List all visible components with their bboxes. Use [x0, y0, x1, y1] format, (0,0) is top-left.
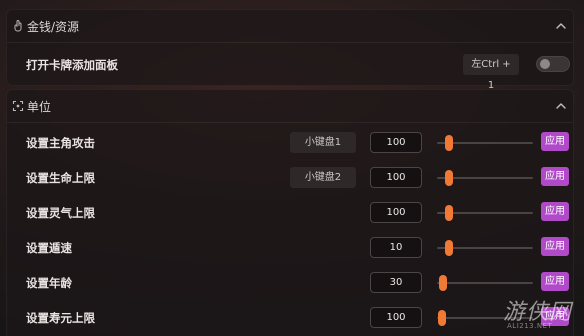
row-label: 设置主角攻击	[26, 136, 95, 150]
row-set-attack: 设置主角攻击 小键盘1 应用	[7, 126, 573, 161]
slider-thumb[interactable]	[445, 135, 453, 151]
value-input[interactable]	[370, 307, 422, 328]
row-label: 设置年龄	[26, 276, 72, 290]
value-slider[interactable]	[437, 240, 533, 256]
toggle-knob	[540, 59, 550, 69]
row-set-escape-speed: 设置遁速 应用	[7, 231, 573, 266]
trainer-window: 金钱/资源 打开卡牌添加面板 左Ctrl + 1 单位 设置主角攻击 小键盘1 …	[0, 0, 584, 336]
value-slider[interactable]	[437, 135, 533, 151]
toggle-switch[interactable]	[536, 56, 570, 72]
apply-button[interactable]: 应用	[541, 307, 569, 326]
section-unit-title: 单位	[27, 100, 52, 114]
section-money-header[interactable]: 金钱/资源	[7, 10, 573, 43]
apply-button[interactable]: 应用	[541, 237, 569, 256]
value-slider[interactable]	[437, 205, 533, 221]
value-input[interactable]	[370, 202, 422, 223]
row-open-card-panel: 打开卡牌添加面板 左Ctrl + 1	[7, 48, 573, 91]
row-label: 设置灵气上限	[26, 206, 95, 220]
row-label: 设置寿元上限	[26, 311, 95, 325]
row-set-max-qi: 设置灵气上限 应用	[7, 196, 573, 231]
slider-thumb[interactable]	[445, 205, 453, 221]
slider-track	[437, 317, 533, 319]
row-label: 设置遁速	[26, 241, 72, 255]
section-money-title: 金钱/资源	[27, 20, 80, 34]
chevron-up-icon[interactable]	[555, 100, 567, 112]
row-set-max-hp: 设置生命上限 小键盘2 应用	[7, 161, 573, 196]
value-slider[interactable]	[437, 310, 533, 326]
value-slider[interactable]	[437, 275, 533, 291]
section-unit-header[interactable]: 单位	[7, 90, 573, 123]
value-input[interactable]	[370, 167, 422, 188]
slider-track	[437, 282, 533, 284]
hand-pointer-icon	[12, 20, 24, 32]
row-set-age: 设置年龄 应用	[7, 266, 573, 301]
slider-thumb[interactable]	[438, 310, 446, 326]
value-input[interactable]	[370, 237, 422, 258]
row-set-max-lifespan: 设置寿元上限 应用	[7, 301, 573, 336]
row-label: 设置生命上限	[26, 171, 95, 185]
slider-thumb[interactable]	[445, 170, 453, 186]
hotkey-badge[interactable]: 左Ctrl + 1	[463, 54, 519, 91]
apply-button[interactable]: 应用	[541, 167, 569, 186]
unit-frame-icon	[12, 100, 24, 112]
value-slider[interactable]	[437, 170, 533, 186]
section-unit: 单位 设置主角攻击 小键盘1 应用 设置生命上限 小键盘2	[6, 89, 574, 336]
value-input[interactable]	[370, 272, 422, 293]
apply-button[interactable]: 应用	[541, 132, 569, 151]
row-label: 打开卡牌添加面板	[26, 58, 118, 72]
chevron-up-icon[interactable]	[555, 20, 567, 32]
slider-thumb[interactable]	[439, 275, 447, 291]
hotkey-badge[interactable]: 小键盘1	[290, 132, 356, 153]
apply-button[interactable]: 应用	[541, 272, 569, 291]
apply-button[interactable]: 应用	[541, 202, 569, 221]
hotkey-badge[interactable]: 小键盘2	[290, 167, 356, 188]
value-input[interactable]	[370, 132, 422, 153]
section-money: 金钱/资源 打开卡牌添加面板 左Ctrl + 1	[6, 9, 574, 91]
slider-thumb[interactable]	[445, 240, 453, 256]
